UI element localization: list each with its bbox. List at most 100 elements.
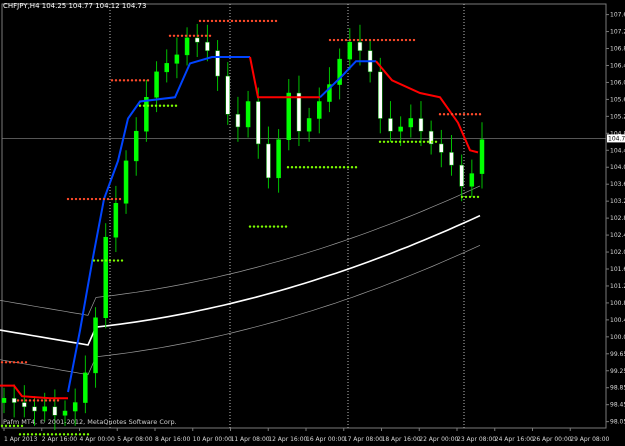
price-label: 102.05: [610, 249, 625, 256]
support-dot: [326, 166, 330, 169]
support-dot: [346, 166, 350, 169]
support-dot: [350, 166, 354, 169]
resistance-dot: [372, 38, 376, 42]
support-dot: [66, 433, 70, 436]
support-dot: [162, 104, 166, 107]
resistance-dot: [408, 38, 412, 42]
support-dot: [276, 225, 280, 228]
support-dot: [30, 433, 34, 436]
resistance-dot: [20, 361, 24, 364]
resistance-dot: [466, 113, 470, 116]
resistance-dot: [102, 197, 106, 201]
price-label: 100.85: [610, 300, 625, 307]
resistance-dot: [118, 197, 122, 201]
support-dot: [252, 225, 256, 228]
resistance-dot: [198, 19, 202, 23]
candle-body: [194, 37, 200, 43]
resistance-dot: [28, 399, 32, 402]
support-dot: [306, 166, 310, 169]
time-label: 11 Apr 08:00: [231, 436, 270, 443]
resistance-dot: [192, 34, 196, 37]
support-dot: [142, 104, 146, 107]
price-label: 100.45: [610, 317, 625, 324]
support-dot: [22, 433, 26, 436]
candle-body: [72, 402, 78, 412]
resistance-dot: [202, 19, 206, 23]
candle-body: [256, 101, 261, 145]
resistance-dot: [130, 79, 134, 82]
resistance-dot: [478, 113, 482, 116]
support-dot: [158, 104, 162, 107]
resistance-dot: [242, 19, 246, 23]
support-dot: [108, 259, 112, 262]
price-label: 100.05: [610, 334, 625, 341]
support-dot: [386, 140, 390, 143]
resistance-dot: [188, 34, 192, 37]
resistance-dot: [250, 19, 254, 23]
candle-body: [235, 113, 241, 128]
candle-body: [408, 118, 414, 128]
candle-body: [52, 406, 58, 416]
support-dot: [410, 140, 414, 143]
resistance-dot: [8, 361, 12, 364]
support-dot: [318, 166, 322, 169]
resistance-dot: [368, 38, 372, 42]
resistance-dot: [204, 34, 208, 37]
support-dot: [272, 225, 276, 228]
candle-body: [205, 41, 210, 51]
resistance-dot: [446, 113, 450, 116]
candle-body: [459, 164, 464, 187]
support-dot: [260, 225, 264, 228]
candle-body: [479, 139, 485, 174]
support-dot: [96, 259, 100, 262]
support-dot: [434, 140, 438, 143]
candle-body: [266, 143, 271, 179]
resistance-dot: [412, 38, 416, 42]
support-dot: [322, 166, 326, 169]
support-dot: [138, 104, 142, 107]
time-label: 22 Apr 00:00: [419, 436, 458, 443]
price-chart-plot[interactable]: 1 Apr 2013 2 Apr 16:00 4 Apr 00:00 5 Apr 08…: [0, 0, 625, 446]
resistance-dot: [266, 19, 270, 23]
support-dot: [354, 166, 358, 169]
support-dot: [50, 433, 54, 436]
resistance-dot: [274, 19, 278, 23]
candle-body: [164, 63, 169, 73]
candle-body: [306, 118, 312, 132]
candle-body: [317, 101, 322, 119]
resistance-dot: [376, 38, 380, 42]
support-dot: [166, 104, 170, 107]
support-dot: [268, 225, 272, 228]
resistance-dot: [388, 38, 392, 42]
resistance-dot: [146, 79, 150, 82]
resistance-dot: [56, 399, 60, 402]
price-label: 101.25: [610, 283, 625, 290]
candle-body: [184, 37, 190, 56]
resistance-dot: [32, 399, 36, 402]
support-dot: [418, 140, 422, 143]
support-dot: [82, 433, 86, 436]
resistance-dot: [458, 113, 462, 116]
resistance-dot: [4, 361, 8, 364]
resistance-dot: [180, 34, 184, 37]
resistance-dot: [222, 19, 226, 23]
support-dot: [468, 195, 472, 199]
resistance-dot: [52, 399, 56, 402]
resistance-dot: [16, 399, 20, 402]
resistance-dot: [66, 197, 70, 201]
resistance-dot: [226, 19, 230, 23]
price-label: 103.25: [610, 198, 625, 205]
resistance-dot: [196, 34, 200, 37]
candle-body: [83, 372, 88, 403]
time-label: 26 Apr 00:00: [533, 436, 572, 443]
support-dot: [26, 433, 30, 436]
candle-body: [144, 97, 149, 132]
time-label: 10 Apr 00:00: [193, 436, 232, 443]
support-dot: [422, 140, 426, 143]
chart-window[interactable]: 1 Apr 2013 2 Apr 16:00 4 Apr 00:00 5 Apr 08…: [0, 0, 625, 446]
support-dot: [406, 140, 410, 143]
resistance-dot: [234, 19, 238, 23]
support-dot: [298, 166, 302, 169]
resistance-dot: [396, 38, 400, 42]
time-label: 12 Apr 16:00: [268, 436, 307, 443]
